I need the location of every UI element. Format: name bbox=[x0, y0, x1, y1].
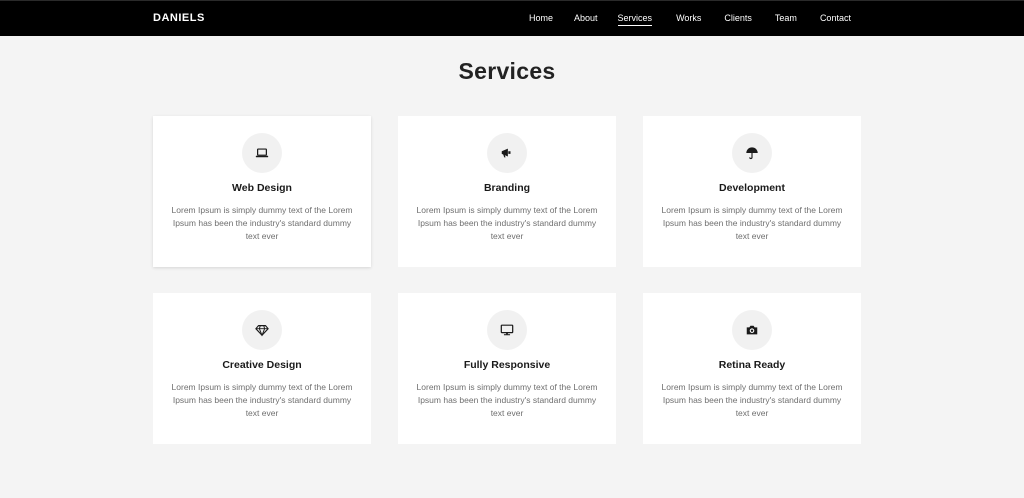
megaphone-icon bbox=[487, 133, 527, 173]
nav-about[interactable]: About bbox=[574, 13, 598, 23]
service-description: Lorem Ipsum is simply dummy text of the … bbox=[171, 205, 353, 241]
service-description: Lorem Ipsum is simply dummy text of the … bbox=[661, 205, 843, 241]
service-description: Lorem Ipsum is simply dummy text of the … bbox=[661, 382, 843, 418]
desktop-icon bbox=[487, 310, 527, 350]
nav-team[interactable]: Team bbox=[775, 13, 797, 23]
service-title: Branding bbox=[483, 182, 531, 194]
service-card-retina-ready: Retina Ready Lorem Ipsum is simply dummy… bbox=[643, 293, 861, 444]
service-title: Creative Design bbox=[222, 359, 302, 371]
section-title: Services bbox=[458, 58, 556, 84]
nav-services[interactable]: Services bbox=[617, 13, 652, 26]
service-title: Retina Ready bbox=[718, 359, 786, 371]
camera-icon bbox=[732, 310, 772, 350]
service-description: Lorem Ipsum is simply dummy text of the … bbox=[416, 382, 598, 418]
service-description: Lorem Ipsum is simply dummy text of the … bbox=[171, 382, 353, 418]
nav-clients[interactable]: Clients bbox=[724, 13, 752, 23]
main-nav: Home About Services Works Clients Team C… bbox=[529, 13, 851, 26]
service-card-web-design: Web Design Lorem Ipsum is simply dummy t… bbox=[153, 116, 371, 267]
service-card-development: Development Lorem Ipsum is simply dummy … bbox=[643, 116, 861, 267]
nav-contact[interactable]: Contact bbox=[820, 13, 851, 23]
diamond-icon bbox=[242, 310, 282, 350]
service-description: Lorem Ipsum is simply dummy text of the … bbox=[416, 205, 598, 241]
umbrella-icon bbox=[732, 133, 772, 173]
service-title: Development bbox=[719, 182, 785, 194]
laptop-icon bbox=[242, 133, 282, 173]
top-navbar: DANIELS Home About Services Works Client… bbox=[0, 0, 1024, 36]
service-card-creative-design: Creative Design Lorem Ipsum is simply du… bbox=[153, 293, 371, 444]
service-title: Fully Responsive bbox=[463, 359, 551, 371]
nav-home[interactable]: Home bbox=[529, 13, 553, 23]
brand-logo[interactable]: DANIELS bbox=[153, 12, 205, 24]
service-card-branding: Branding Lorem Ipsum is simply dummy tex… bbox=[398, 116, 616, 267]
nav-works[interactable]: Works bbox=[676, 13, 701, 23]
service-card-fully-responsive: Fully Responsive Lorem Ipsum is simply d… bbox=[398, 293, 616, 444]
service-title: Web Design bbox=[232, 182, 292, 194]
